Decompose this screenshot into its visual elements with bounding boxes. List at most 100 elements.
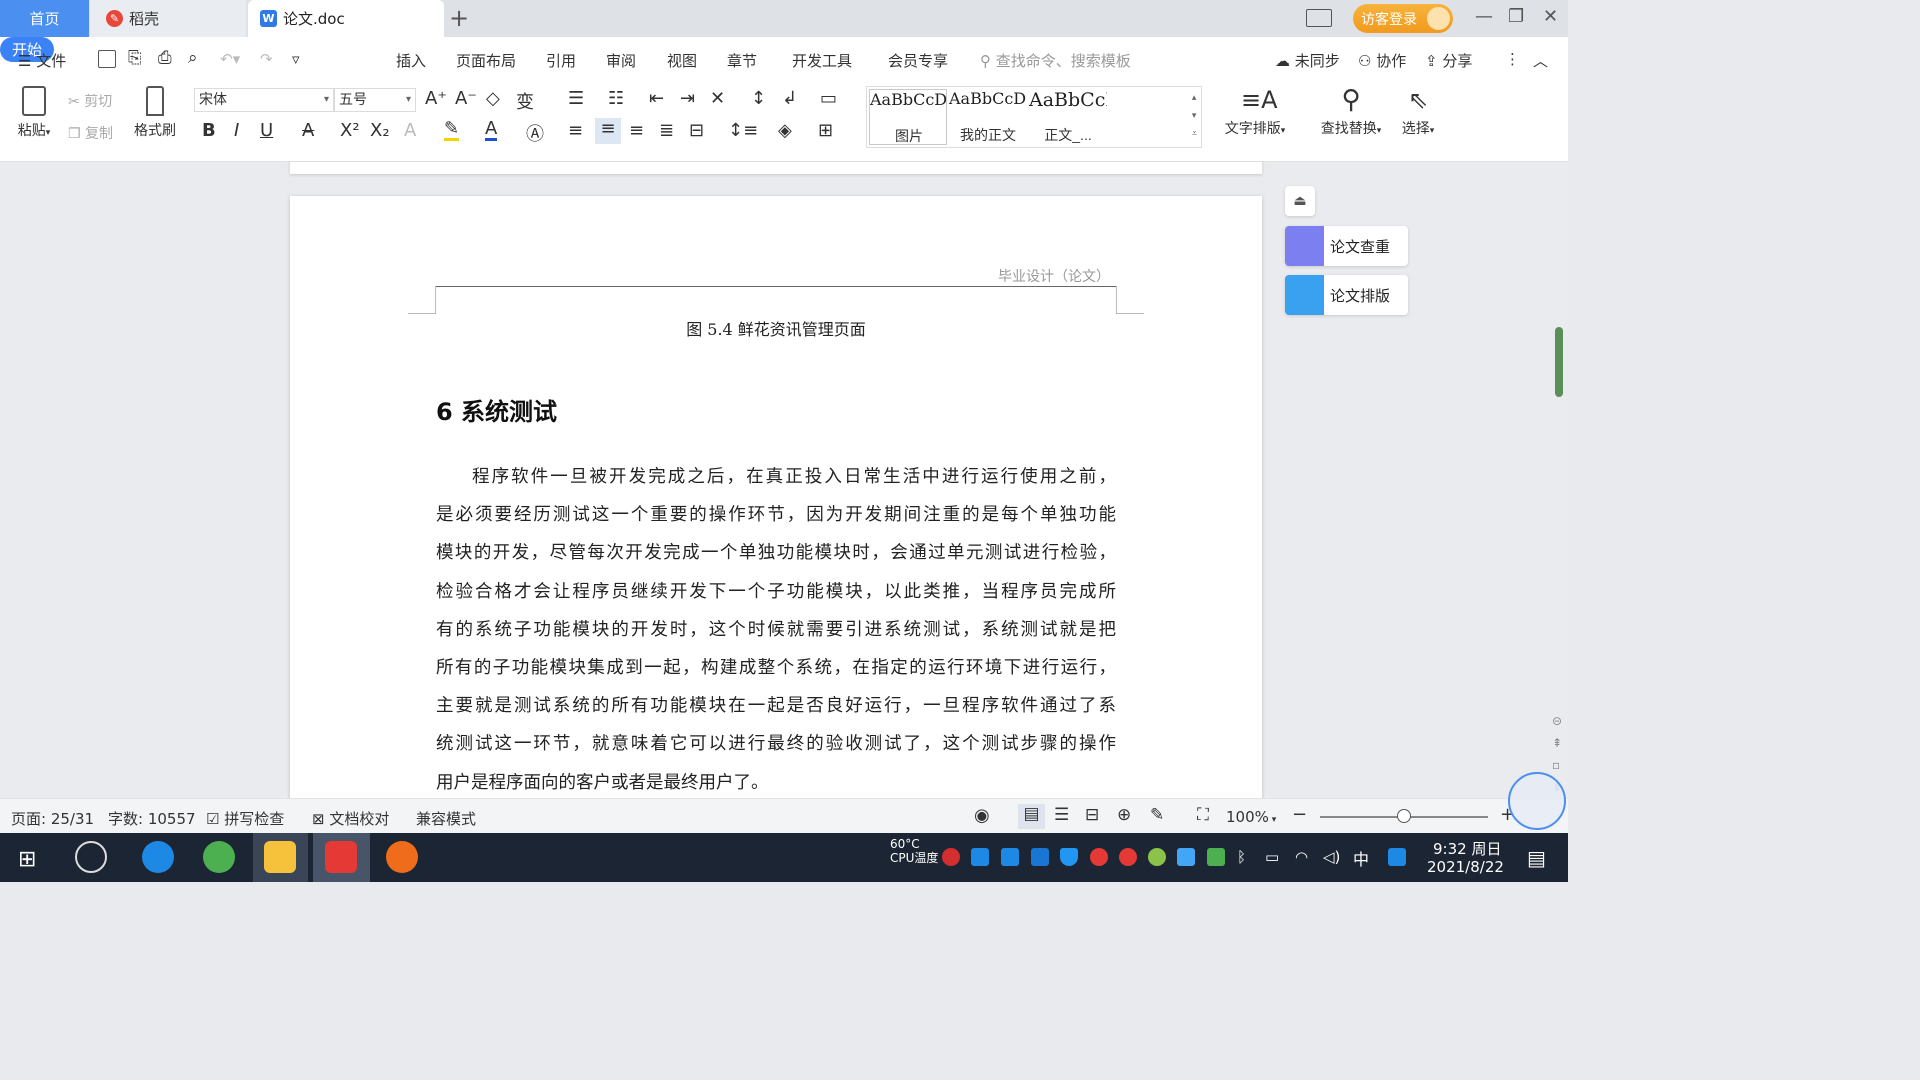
style-my-body[interactable]: AaBbCcDd 我的正文 [949,89,1027,145]
app-orange-icon[interactable] [386,841,418,873]
clock-time[interactable]: 9:32 周日 [1433,838,1501,859]
tray-app-icon[interactable] [1177,848,1195,866]
cpu-temperature[interactable]: 60°C CPU温度 [890,837,938,865]
tab-chapter[interactable]: 章节 [727,50,757,71]
ie-icon[interactable] [142,841,174,873]
bluetooth-icon[interactable]: ᛒ [1237,848,1255,866]
print-preview-icon[interactable]: ⌕ [188,48,198,68]
shield-icon[interactable] [1060,848,1078,866]
styles-scroll-icon[interactable]: ▴ ▾ ⩡ [1192,89,1197,143]
tray-app-icon[interactable] [942,848,960,866]
clear-format-icon[interactable]: ◇ [486,88,500,109]
align-center-icon[interactable]: ≡ [595,118,621,144]
superscript-icon[interactable]: X² [340,120,360,141]
clock-date[interactable]: 2021/8/22 [1427,858,1504,876]
share-button[interactable]: ⇪ 分享 [1425,50,1472,71]
layout-icon[interactable] [1306,9,1332,27]
more-icon[interactable]: ⋮ [1505,50,1520,68]
collab-button[interactable]: ⚇ 协作 [1358,50,1406,71]
char-border-icon[interactable]: Ⓐ [526,120,544,146]
font-name-select[interactable]: 宋体 [194,88,334,112]
eye-protect-icon[interactable]: ◉ [974,805,990,826]
print-icon[interactable]: ⎙ [158,48,172,68]
outline-view-icon[interactable]: ☰ [1054,805,1069,825]
tray-app-icon[interactable] [971,848,989,866]
justify-icon[interactable]: ≣ [659,120,674,141]
tab-insert[interactable]: 插入 [396,50,426,71]
tab-home[interactable]: 首页 [0,0,89,37]
word-count[interactable]: 字数: 10557 [108,808,196,829]
more-quick-icon[interactable]: ▿ [292,50,300,68]
file-explorer-icon[interactable] [264,841,296,873]
windows-start-icon[interactable]: ⊞ [18,847,36,872]
zoom-slider-knob[interactable] [1397,809,1411,823]
shading-icon[interactable]: ◈ [778,120,792,141]
export-icon[interactable]: ⎘ [128,48,142,68]
align-right-icon[interactable]: ≡ [629,120,644,141]
paste-button[interactable]: 粘贴▾ [14,86,54,140]
tab-page-layout[interactable]: 页面布局 [456,50,516,71]
tray-app-icon[interactable] [1001,848,1019,866]
reading-view-icon[interactable]: ⊟ [1085,805,1099,825]
underline-icon[interactable]: U [260,120,273,141]
close-icon[interactable]: ✕ [1543,6,1558,27]
zoom-select[interactable]: 100% ▾ [1226,808,1276,826]
tray-app-icon[interactable] [1031,848,1049,866]
page-view-icon[interactable]: ▤ [1018,804,1045,829]
sync-button[interactable]: ☁ 未同步 [1275,50,1340,71]
sort-icon[interactable]: ↕ [751,88,766,109]
file-menu[interactable]: ☰ 文件 [18,50,66,71]
tab-daoke[interactable]: ✎ 稻壳 [90,0,246,37]
decrease-indent-icon[interactable]: ⇤ [649,88,664,109]
text-effect-icon[interactable]: A [404,120,416,141]
wps-office-icon[interactable] [325,841,357,873]
panel-collapse-icon[interactable]: ⏏ [1285,186,1315,216]
format-painter-button[interactable]: 格式刷 [132,86,178,140]
subscript-icon[interactable]: X₂ [370,120,390,141]
document-page[interactable]: 毕业设计（论文） 图 5.4 鲜花资讯管理页面 6 系统测试 程序软件一旦被开发… [290,196,1262,798]
paper-format-button[interactable]: 论文排版 [1285,275,1408,315]
text-layout-button[interactable]: ≡A 文字排版▾ [1222,86,1288,138]
scrollbar-thumb[interactable] [1555,327,1563,397]
spell-check-button[interactable]: ☑ 拼写检查 [206,808,284,829]
numbered-list-icon[interactable]: ☷ [608,88,624,109]
borders-icon[interactable]: ⊞ [818,120,833,141]
bold-icon[interactable]: B [202,120,216,141]
cut-button[interactable]: ✂ 剪切 [68,91,112,111]
browser-360-icon[interactable] [203,841,235,873]
input-method-indicator[interactable]: 中 [1353,846,1369,870]
wifi-icon[interactable]: ◠ [1295,848,1313,866]
undo-icon[interactable]: ↶▾ [220,50,240,68]
italic-icon[interactable]: I [234,120,239,141]
command-search-input[interactable]: ⚲ 查找命令、搜索模板 [980,50,1131,71]
strikethrough-icon[interactable]: A [302,120,314,141]
line-spacing-icon[interactable]: ↕≡ [728,120,758,141]
tab-reference[interactable]: 引用 [546,50,576,71]
new-tab-button[interactable]: + [449,4,469,32]
restore-icon[interactable]: ❐ [1508,6,1524,27]
paper-check-button[interactable]: 论文查重 [1285,226,1408,266]
style-body[interactable]: AaBbCcI 正文_... [1029,89,1107,145]
select-button[interactable]: ⇖ 选择▾ [1396,86,1440,138]
save-icon[interactable] [98,50,116,68]
tab-member[interactable]: 会员专享 [888,50,948,71]
show-marks-icon[interactable]: ↲ [782,88,797,109]
app-launcher-icon[interactable] [75,841,107,873]
page-indicator[interactable]: 页面: 25/31 [11,808,94,829]
phonetic-icon[interactable]: 变 [516,88,534,114]
write-view-icon[interactable]: ✎ [1150,805,1164,825]
proofread-button[interactable]: ⊠ 文档校对 [312,808,389,829]
notification-icon[interactable]: ▤ [1527,846,1546,870]
style-picture[interactable]: AaBbCcDd 图片 [869,89,947,145]
ruler-icon[interactable]: ▭ [820,88,837,109]
bullet-list-icon[interactable]: ☰ [568,88,584,109]
highlight-icon[interactable]: ✎ [444,120,460,141]
tray-app-icon[interactable] [1148,848,1166,866]
qq-icon[interactable] [1090,848,1108,866]
fit-page-icon[interactable]: ⛶ [1197,805,1209,825]
visitor-login-button[interactable]: 访客登录 [1353,4,1453,33]
qq-icon[interactable] [1119,848,1137,866]
shrink-font-icon[interactable]: A⁻ [455,88,477,109]
collapse-ribbon-icon[interactable]: ︿ [1533,50,1548,71]
redo-icon[interactable]: ↷ [260,50,273,68]
